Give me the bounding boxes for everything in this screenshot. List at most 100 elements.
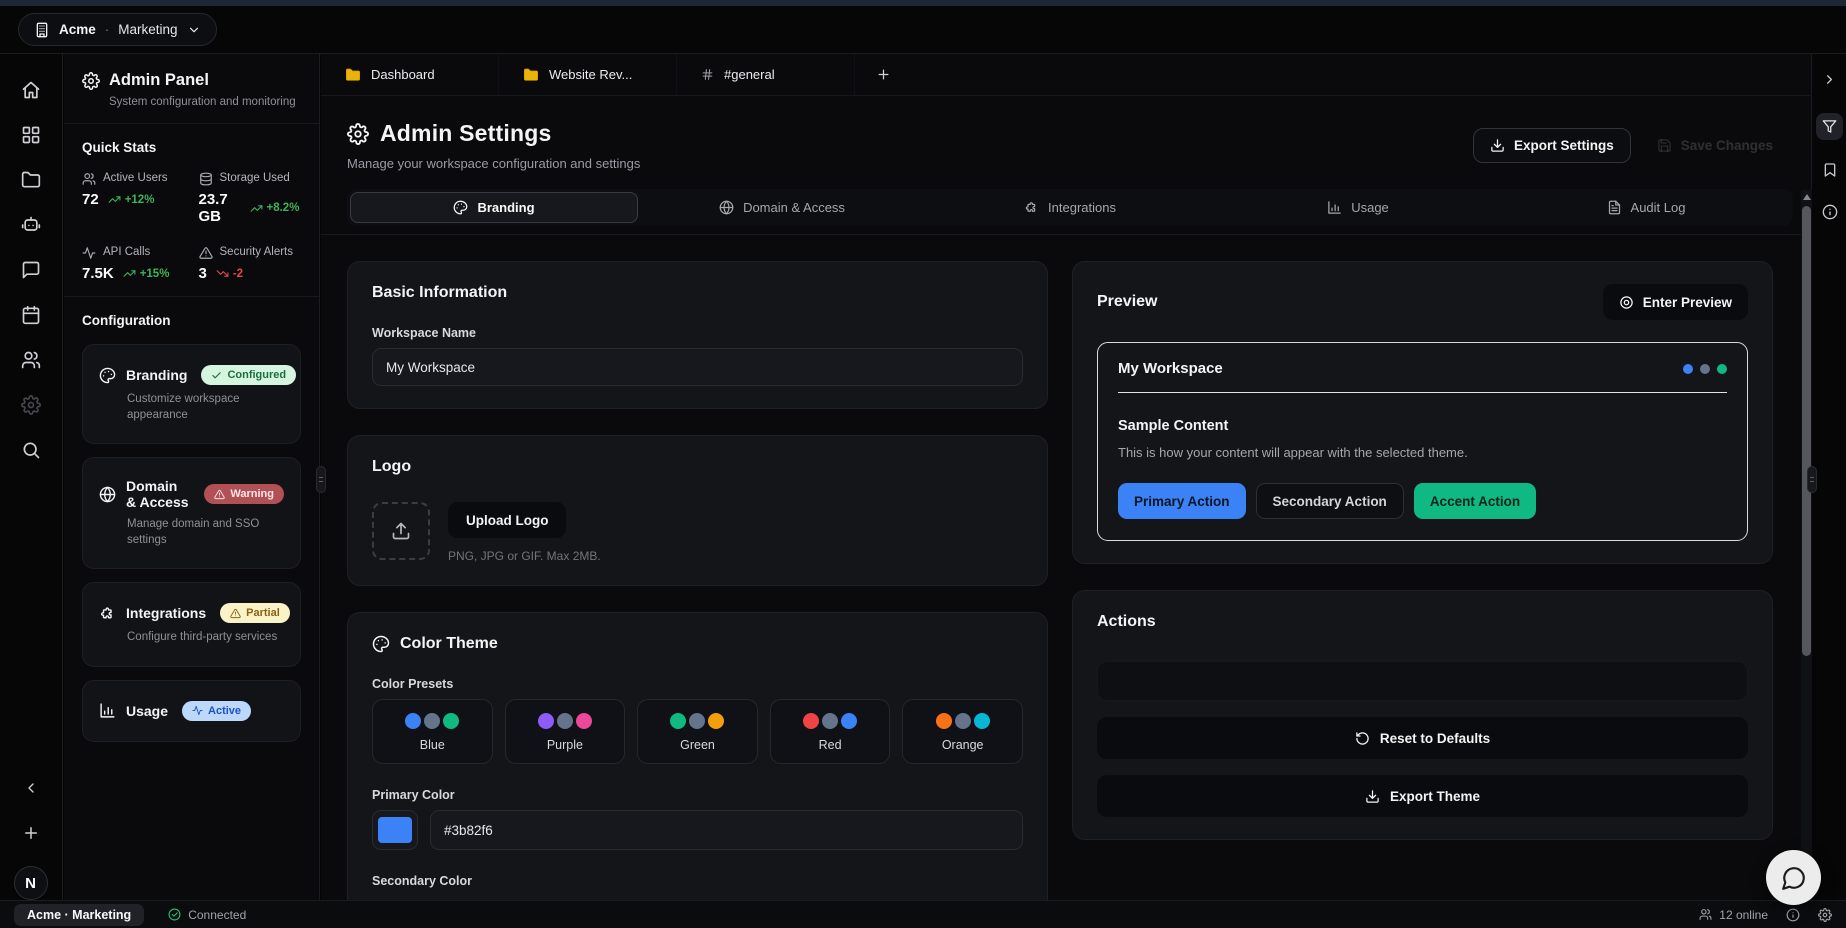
preset-dot (576, 713, 592, 729)
config-item-integrations[interactable]: Integrations Partial Configure third-par… (82, 582, 301, 667)
rail-item-search[interactable] (11, 430, 51, 470)
secondary-color-label: Secondary Color (372, 874, 1023, 888)
preset-dot (424, 713, 440, 729)
statusbar-workspace[interactable]: Acme · Marketing (14, 904, 144, 926)
alert-triangle-icon (214, 489, 225, 500)
preset-name: Purple (547, 738, 583, 752)
collapse-sidebar-button[interactable] (11, 768, 51, 808)
quick-stats-section: Quick Stats Active Users 72 +12% Storage… (64, 124, 319, 297)
tab-integrations[interactable]: Integrations (926, 192, 1214, 223)
accent-action-button[interactable]: Accent Action (1414, 483, 1536, 519)
status-bar: Acme · Marketing Connected 12 online (0, 900, 1846, 928)
rail-item-home[interactable] (11, 70, 51, 110)
globe-icon (99, 486, 116, 503)
color-presets: Blue Purple (372, 699, 1023, 764)
rail-item-calendar[interactable] (11, 295, 51, 335)
secondary-action-button[interactable]: Secondary Action (1256, 483, 1404, 519)
info-button[interactable] (1822, 204, 1838, 220)
new-tab-button[interactable] (855, 54, 911, 95)
preset-dot (822, 713, 838, 729)
gear-icon[interactable] (1818, 908, 1832, 922)
info-icon (1822, 204, 1838, 220)
rail-item-settings[interactable] (11, 385, 51, 425)
tab-domain-access[interactable]: Domain & Access (638, 192, 926, 223)
chat-fab-button[interactable] (1766, 850, 1821, 905)
preset-purple[interactable]: Purple (505, 699, 626, 764)
preset-dot (689, 713, 705, 729)
folder-icon (345, 67, 361, 83)
preset-dot (936, 713, 952, 729)
config-item-usage[interactable]: Usage Active (82, 680, 301, 742)
rail-item-bots[interactable] (11, 205, 51, 245)
check-circle-icon (168, 908, 181, 921)
primary-color-swatch[interactable] (372, 810, 418, 850)
user-avatar[interactable]: N (14, 866, 48, 900)
primary-color-input[interactable] (430, 810, 1023, 850)
enter-preview-button[interactable]: Enter Preview (1603, 284, 1748, 320)
rail-item-people[interactable] (11, 340, 51, 380)
tab-usage[interactable]: Usage (1214, 192, 1502, 223)
bookmark-icon (1822, 162, 1838, 178)
logo-card: Logo Upload Logo PNG, JPG or GIF. Max 2M… (347, 435, 1048, 586)
config-item-desc: Customize workspace appearance (99, 392, 284, 423)
grid-icon (21, 125, 41, 145)
stat-label: API Calls (103, 245, 150, 259)
sample-content-text: This is how your content will appear wit… (1118, 445, 1727, 460)
gear-icon (347, 123, 369, 145)
preview-theme-dots (1683, 364, 1727, 374)
preset-dot (841, 713, 857, 729)
logo-dropzone[interactable] (372, 502, 430, 560)
settings-tabs-wrap: Branding Domain & Access Integrations Us… (321, 187, 1811, 235)
upload-logo-button[interactable]: Upload Logo (448, 502, 566, 538)
main-scrollbar[interactable] (1801, 190, 1812, 900)
workspace-switcher[interactable]: Acme · Marketing (18, 13, 217, 46)
doc-tab-website-review[interactable]: Website Rev... (499, 54, 677, 95)
scrollbar-thumb[interactable] (1802, 206, 1811, 656)
config-item-label: Domain & Access (126, 478, 190, 510)
doc-tab-label: #general (724, 67, 775, 82)
add-button[interactable] (11, 813, 51, 853)
rail-item-apps[interactable] (11, 115, 51, 155)
message-circle-icon (1781, 865, 1807, 891)
expand-panel-button[interactable] (1822, 72, 1837, 87)
filter-panel-button[interactable] (1816, 113, 1843, 140)
bookmarks-button[interactable] (1822, 162, 1838, 178)
scrollbar-up-arrow[interactable] (1803, 194, 1811, 200)
doc-tab-dashboard[interactable]: Dashboard (321, 54, 499, 95)
right-resize-handle[interactable] (1807, 466, 1817, 493)
preset-orange[interactable]: Orange (902, 699, 1023, 764)
preset-blue[interactable]: Blue (372, 699, 493, 764)
puzzle-icon (1024, 200, 1039, 215)
download-icon (1365, 789, 1380, 804)
doc-tab-general-channel[interactable]: #general (677, 54, 855, 95)
save-changes-button[interactable]: Save Changes (1645, 128, 1785, 163)
theme-dot (1700, 364, 1710, 374)
rail-item-messages[interactable] (11, 250, 51, 290)
home-icon (21, 80, 41, 100)
preset-red[interactable]: Red (770, 699, 891, 764)
activity-icon (192, 705, 203, 716)
rail-item-files[interactable] (11, 160, 51, 200)
tab-branding[interactable]: Branding (350, 192, 638, 223)
download-icon (1490, 138, 1505, 153)
status-badge: Active (182, 701, 251, 721)
workspace-name-input[interactable] (372, 348, 1023, 386)
bar-chart-icon (1327, 200, 1342, 215)
reset-to-defaults-button[interactable]: Reset to Defaults (1097, 717, 1748, 759)
chevron-down-icon (187, 23, 201, 37)
info-icon[interactable] (1786, 908, 1800, 922)
tab-audit-log[interactable]: Audit Log (1502, 192, 1790, 223)
export-theme-button[interactable]: Export Theme (1097, 775, 1748, 817)
stat-delta: +12% (125, 194, 155, 206)
preset-green[interactable]: Green (637, 699, 758, 764)
stat-value: 23.7 GB (199, 191, 241, 225)
gear-icon (21, 395, 41, 415)
status-badge: Warning (204, 484, 284, 504)
color-theme-card: Color Theme Color Presets Blue (347, 612, 1048, 900)
left-resize-handle[interactable] (316, 466, 326, 493)
right-icon-rail (1813, 54, 1846, 900)
config-item-branding[interactable]: Branding Configured Customize workspace … (82, 344, 301, 444)
primary-action-button[interactable]: Primary Action (1118, 483, 1246, 519)
export-settings-button[interactable]: Export Settings (1473, 128, 1631, 163)
config-item-domain-access[interactable]: Domain & Access Warning Manage domain an… (82, 457, 301, 569)
